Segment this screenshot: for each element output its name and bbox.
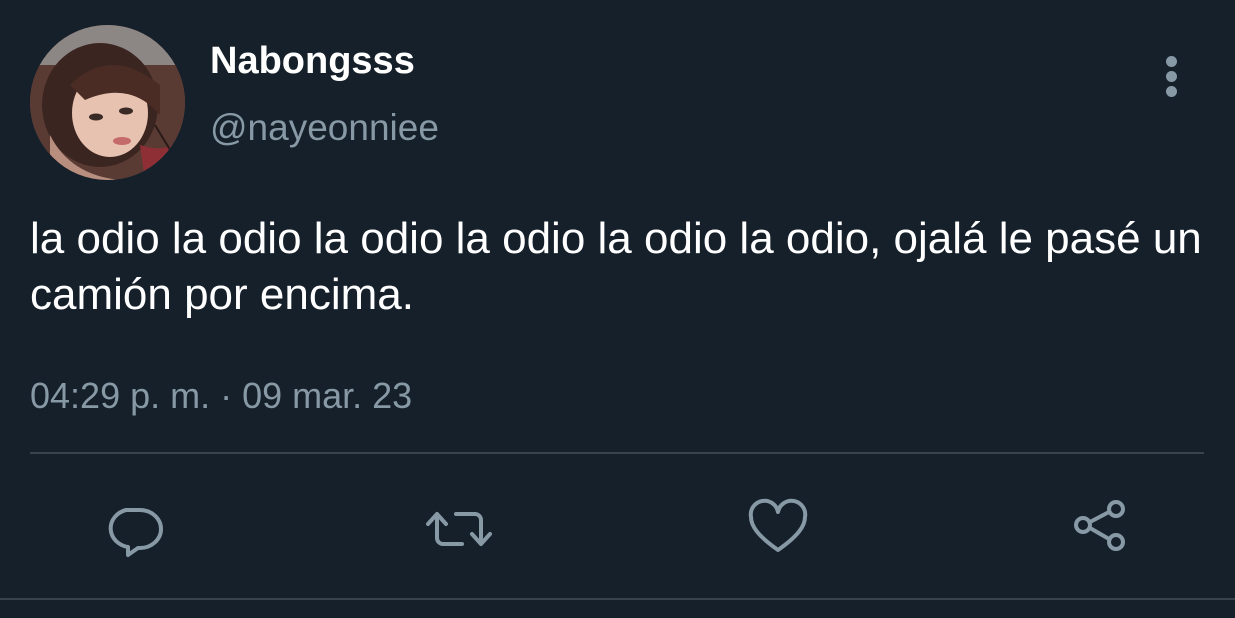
bottom-divider xyxy=(0,598,1235,600)
more-dot-icon xyxy=(1166,56,1177,67)
tweet-text: la odio la odio la odio la odio la odio … xyxy=(30,214,1202,319)
divider xyxy=(30,452,1204,454)
like-button[interactable] xyxy=(748,498,808,558)
share-button[interactable] xyxy=(1070,498,1130,558)
user-handle[interactable]: @nayeonniee xyxy=(210,107,439,149)
like-icon xyxy=(748,498,808,552)
reply-icon xyxy=(108,508,163,557)
avatar[interactable] xyxy=(30,25,185,180)
more-options-button[interactable] xyxy=(1150,50,1194,98)
avatar-photo xyxy=(30,25,185,180)
tweet-card: Nabongsss @nayeonniee la odio la odio la… xyxy=(0,0,1235,618)
more-dot-icon xyxy=(1166,86,1177,97)
retweet-button[interactable] xyxy=(424,498,492,558)
display-name[interactable]: Nabongsss xyxy=(210,40,415,83)
reply-button[interactable] xyxy=(104,498,164,558)
share-icon xyxy=(1074,500,1125,551)
retweet-icon xyxy=(426,512,492,546)
tweet-timestamp[interactable]: 04:29 p. m. · 09 mar. 23 xyxy=(30,375,412,417)
more-dot-icon xyxy=(1166,71,1177,82)
